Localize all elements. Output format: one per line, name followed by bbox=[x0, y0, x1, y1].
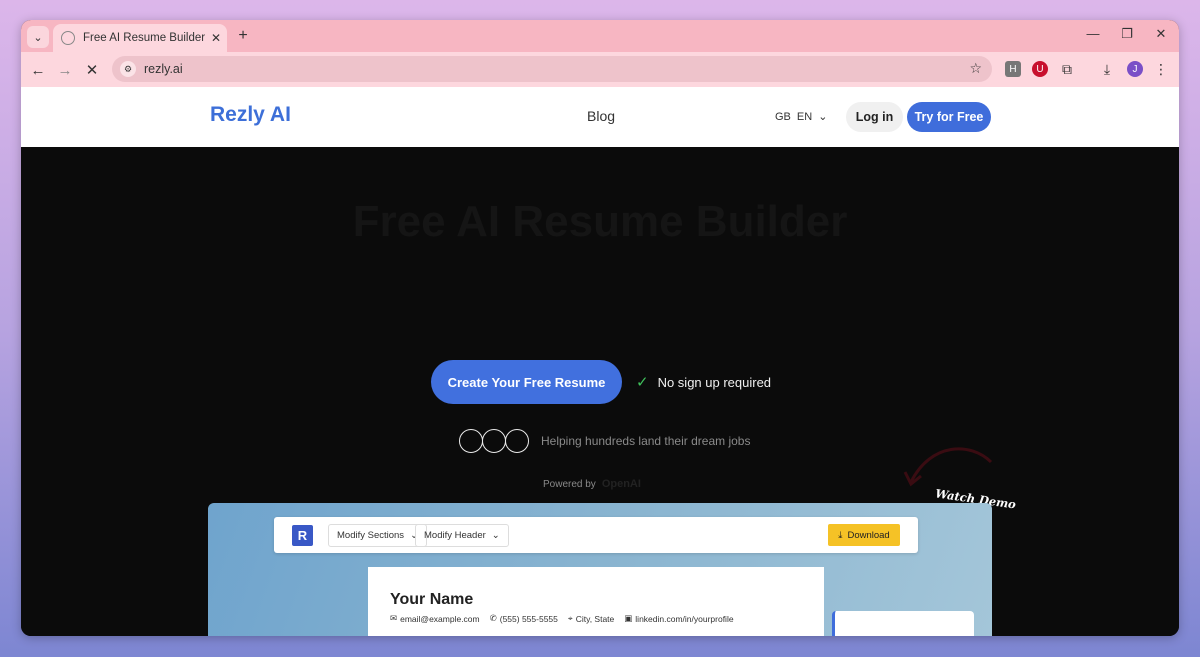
linkedin-icon: ▣ bbox=[624, 613, 633, 623]
powered-by: Powered by OpenAI bbox=[543, 478, 641, 490]
menu-kebab-icon[interactable]: ⋮ bbox=[1153, 61, 1169, 77]
loading-favicon-icon bbox=[61, 31, 75, 45]
nav-link-blog[interactable]: Blog bbox=[587, 108, 615, 124]
download-button[interactable]: ⤓ Download bbox=[828, 524, 900, 546]
phone-text: (555) 555-5555 bbox=[499, 613, 558, 624]
restore-icon[interactable]: ❐ bbox=[1117, 26, 1137, 42]
brand-logo[interactable]: Rezly AI bbox=[210, 103, 291, 127]
mail-icon: ✉ bbox=[390, 613, 398, 623]
chevron-down-icon: ⌄ bbox=[818, 111, 828, 123]
minimize-icon[interactable]: — bbox=[1083, 26, 1103, 41]
url-text[interactable]: rezly.ai bbox=[144, 62, 183, 76]
bookmark-star-icon[interactable]: ☆ bbox=[969, 60, 982, 77]
profile-avatar[interactable]: J bbox=[1127, 61, 1143, 77]
openai-logo: OpenAI bbox=[601, 478, 641, 490]
browser-tab-active[interactable]: Free AI Resume Builder - Rezly.ai ✕ bbox=[53, 24, 227, 52]
extension-shield-icon[interactable]: U bbox=[1032, 61, 1048, 77]
create-resume-button[interactable]: Create Your Free Resume bbox=[431, 360, 622, 404]
linkedin-text: linkedin.com/in/yourprofile bbox=[635, 613, 734, 624]
download-label: Download bbox=[847, 529, 890, 541]
lang-region: GB bbox=[775, 110, 791, 123]
browser-window: ⌄ Free AI Resume Builder - Rezly.ai ✕ + … bbox=[21, 20, 1179, 636]
modify-header-label: Modify Header bbox=[424, 530, 486, 541]
back-icon[interactable]: ← bbox=[27, 59, 49, 81]
language-selector[interactable]: GB EN ⌄ bbox=[775, 110, 828, 124]
demo-editor-toolbar: R Modify Sections ⌄ Modify Header ⌄ ⤓ Do… bbox=[274, 517, 918, 553]
address-bar[interactable]: ⚙ rezly.ai ☆ bbox=[112, 56, 992, 82]
user-avatars bbox=[459, 429, 529, 453]
web-page: Rezly AI Blog GB EN ⌄ Log in Try for Fre… bbox=[21, 87, 1179, 636]
modify-header-dropdown[interactable]: Modify Header ⌄ bbox=[415, 524, 509, 547]
lang-code: EN bbox=[796, 110, 813, 123]
modify-sections-label: Modify Sections bbox=[337, 530, 405, 541]
demo-preview: R Modify Sections ⌄ Modify Header ⌄ ⤓ Do… bbox=[208, 503, 992, 636]
resume-contacts: ✉ email@example.com ✆ (555) 555-5555 ⌖ City… bbox=[390, 613, 734, 624]
window-close-icon[interactable]: ✕ bbox=[1151, 26, 1171, 42]
tab-search-chevron-icon[interactable]: ⌄ bbox=[27, 26, 49, 48]
no-signup-text: No sign up required bbox=[657, 374, 772, 390]
checkmark-icon: ✓ bbox=[636, 374, 649, 391]
phone-icon: ✆ bbox=[489, 613, 497, 623]
location-text: City, State bbox=[575, 613, 615, 624]
avatar bbox=[459, 429, 483, 453]
browser-toolbar: ← → ✕ ⚙ rezly.ai ☆ H U ⧉ ⤓ J ⋮ bbox=[21, 52, 1179, 87]
side-panel-card bbox=[832, 611, 974, 636]
tab-close-icon[interactable]: ✕ bbox=[211, 31, 221, 45]
download-icon: ⤓ bbox=[838, 529, 843, 541]
stop-loading-icon[interactable]: ✕ bbox=[81, 59, 103, 81]
app-logo: R bbox=[292, 525, 313, 546]
site-header: Rezly AI Blog GB EN ⌄ Log in Try for Fre… bbox=[21, 87, 1179, 147]
download-icon[interactable]: ⤓ bbox=[1099, 61, 1115, 77]
contact-email: ✉ email@example.com bbox=[390, 613, 480, 624]
hero-title: Free AI Resume Builder bbox=[352, 197, 848, 246]
contact-linkedin: ▣ linkedin.com/in/yourprofile bbox=[624, 613, 733, 624]
forward-icon[interactable]: → bbox=[54, 59, 76, 81]
avatar bbox=[482, 429, 506, 453]
social-proof-text: Helping hundreds land their dream jobs bbox=[541, 434, 751, 448]
resume-preview: Your Name ✉ email@example.com ✆ (555) 555-… bbox=[368, 567, 824, 636]
avatar bbox=[505, 429, 529, 453]
extensions-puzzle-icon[interactable]: ⧉ bbox=[1059, 61, 1075, 77]
contact-location: ⌖ City, State bbox=[568, 613, 614, 624]
new-tab-button[interactable]: + bbox=[233, 26, 253, 46]
contact-phone: ✆ (555) 555-5555 bbox=[490, 613, 558, 624]
modify-sections-dropdown[interactable]: Modify Sections ⌄ bbox=[328, 524, 428, 547]
no-signup-note: ✓ No sign up required bbox=[636, 373, 771, 391]
location-pin-icon: ⌖ bbox=[567, 613, 573, 623]
tab-title: Free AI Resume Builder - Rezly.ai bbox=[83, 32, 205, 44]
try-free-button[interactable]: Try for Free bbox=[907, 102, 991, 132]
powered-by-label: Powered by bbox=[543, 478, 596, 490]
resume-name: Your Name bbox=[390, 591, 474, 608]
login-button[interactable]: Log in bbox=[846, 102, 903, 132]
tab-strip: ⌄ Free AI Resume Builder - Rezly.ai ✕ + … bbox=[21, 20, 1179, 52]
extension-h-icon[interactable]: H bbox=[1005, 61, 1021, 77]
chevron-down-icon: ⌄ bbox=[491, 530, 500, 541]
site-settings-icon[interactable]: ⚙ bbox=[120, 61, 136, 77]
email-text: email@example.com bbox=[400, 613, 480, 624]
